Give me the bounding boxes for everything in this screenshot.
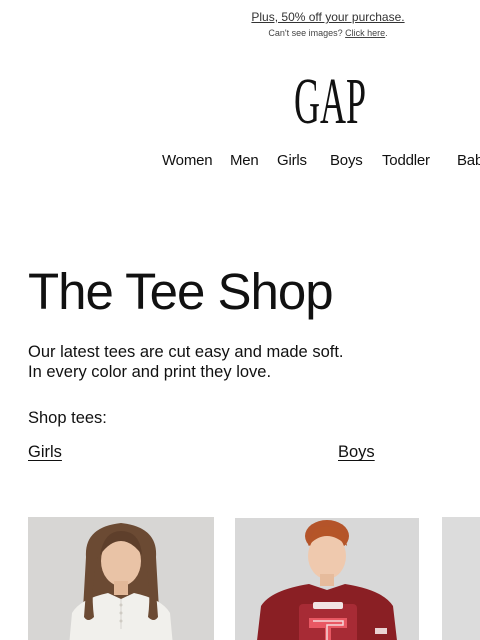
- images-notice: Can't see images? Click here.: [0, 27, 480, 39]
- product-image-third: [442, 517, 480, 640]
- page-title: The Tee Shop: [28, 263, 334, 320]
- product-card-girls-tee[interactable]: [28, 517, 214, 640]
- gap-logo[interactable]: GAP: [293, 70, 367, 126]
- nav-item-toddler[interactable]: Toddler: [382, 152, 430, 169]
- product-card-boys-tee[interactable]: [235, 518, 419, 640]
- nav-item-men[interactable]: Men: [230, 152, 259, 169]
- shop-tees-label: Shop tees:: [28, 409, 107, 427]
- hero-description: Our latest tees are cut easy and made so…: [28, 343, 428, 382]
- main-nav: Women Men Girls Boys Toddler Baby: [0, 152, 480, 174]
- images-notice-text: Can't see images?: [268, 28, 343, 38]
- nav-item-boys[interactable]: Boys: [330, 152, 363, 169]
- product-card-third[interactable]: [442, 517, 480, 640]
- shop-boys-link[interactable]: Boys: [338, 443, 375, 462]
- promo-banner: Plus, 50% off your purchase. Can't see i…: [0, 10, 480, 39]
- hero-description-line-2: In every color and print they love.: [28, 362, 272, 381]
- click-here-link[interactable]: Click here: [345, 28, 385, 38]
- product-image-girl: [28, 517, 214, 640]
- logo-text: GAP: [294, 70, 366, 126]
- promo-offer-link[interactable]: Plus, 50% off your purchase.: [0, 10, 480, 24]
- hero-description-line-1: Our latest tees are cut easy and made so…: [28, 343, 344, 361]
- product-image-boy: [235, 518, 419, 640]
- nav-item-women[interactable]: Women: [162, 152, 213, 169]
- nav-item-baby[interactable]: Baby: [457, 152, 480, 169]
- images-notice-period: .: [385, 28, 388, 38]
- nav-item-girls[interactable]: Girls: [277, 152, 307, 169]
- shop-girls-link[interactable]: Girls: [28, 443, 62, 462]
